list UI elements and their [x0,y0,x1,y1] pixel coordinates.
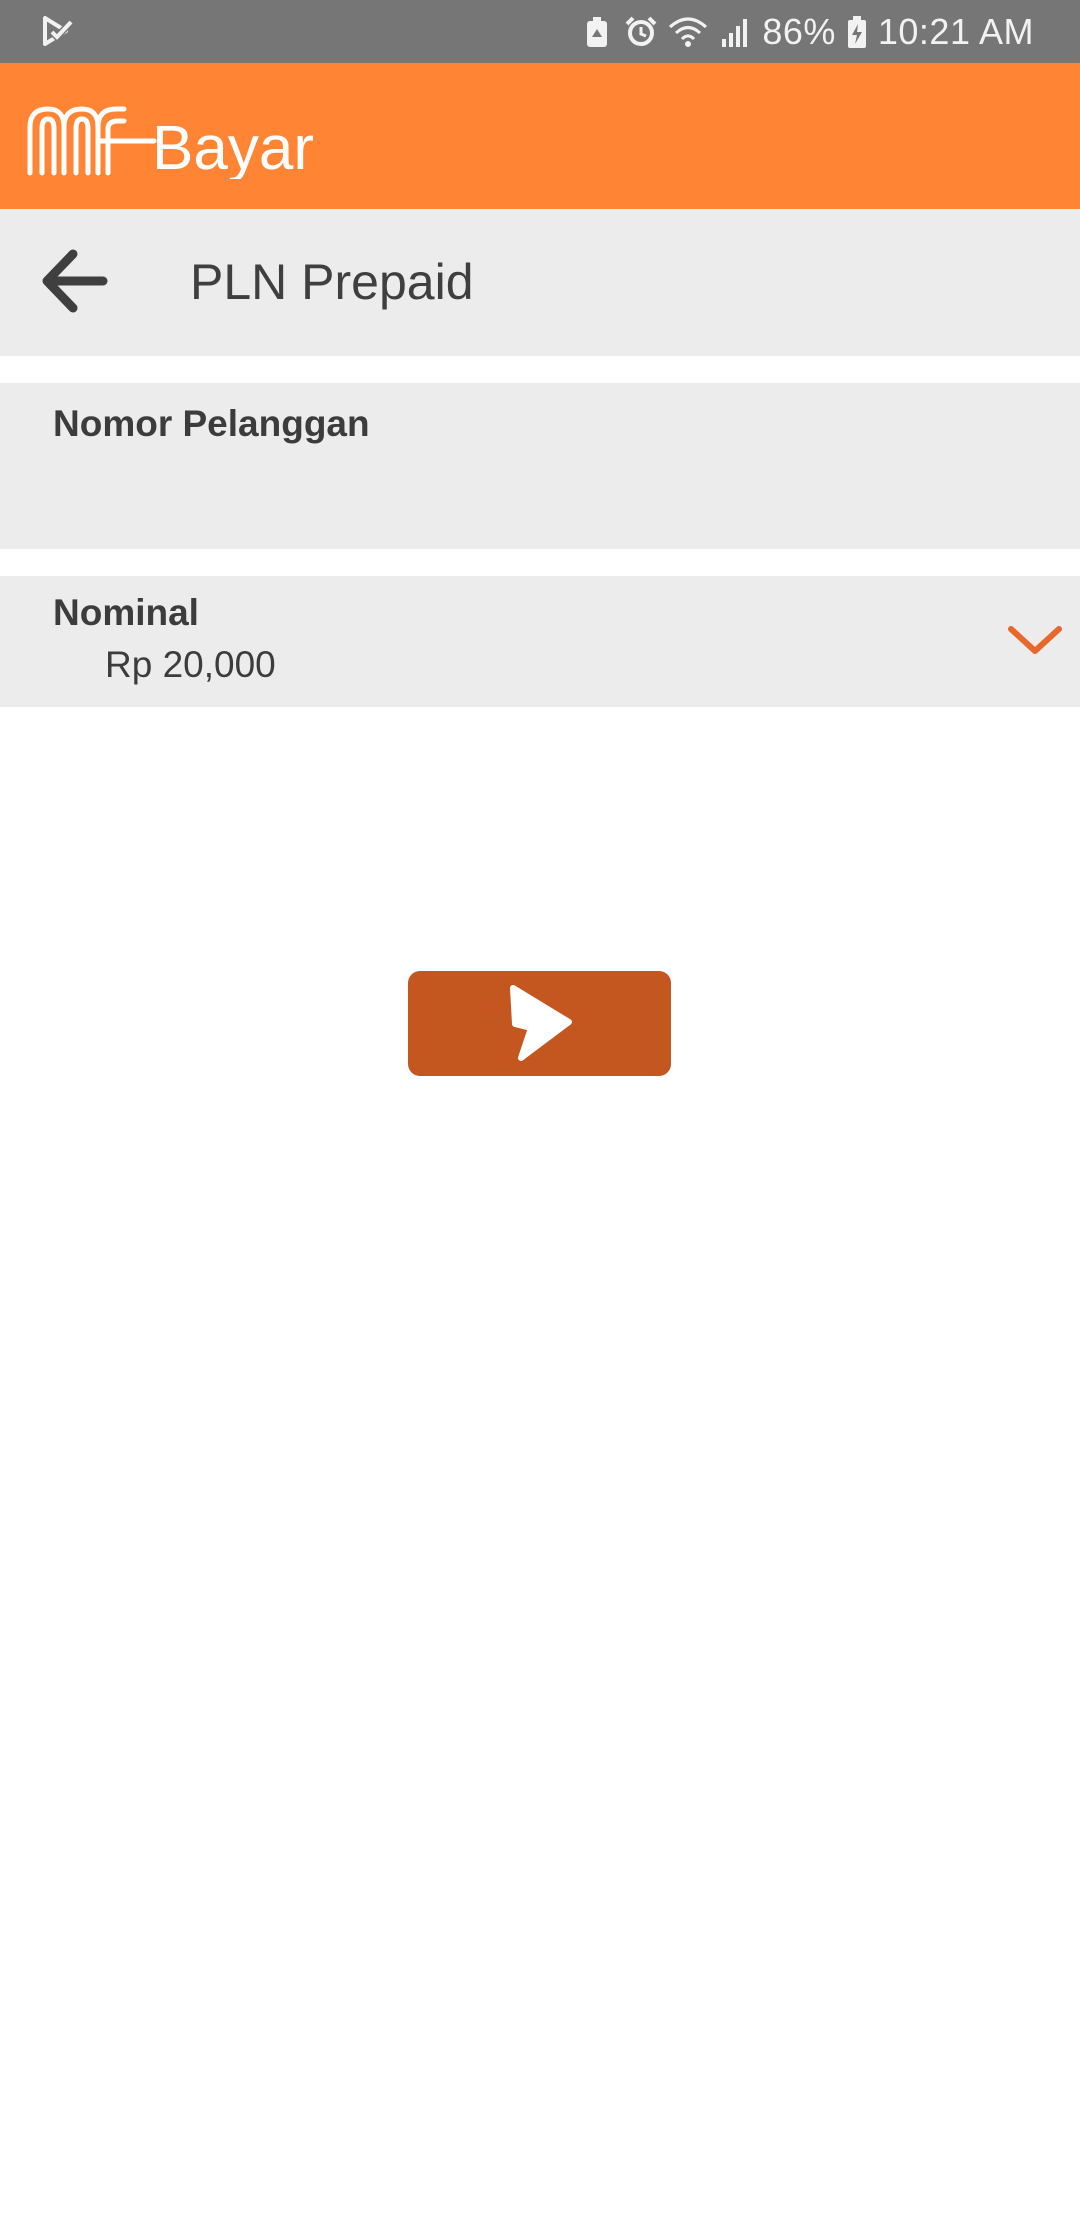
screen: 86% 10:21 AM Bayar PLN Prepaid Nomor Pel… [0,0,1080,2220]
arrow-left-icon [39,248,109,318]
customer-number-label: Nomor Pelanggan [53,403,370,444]
status-bar: 86% 10:21 AM [0,0,1080,63]
page-title: PLN Prepaid [190,254,474,310]
alarm-icon [624,15,658,49]
next-button[interactable] [408,971,671,1076]
nominal-selected-value: Rp 20,000 [105,644,276,685]
app-bar: mBayar Bayar [0,63,1080,209]
play-store-notification-icon [40,14,76,50]
signal-icon [718,15,752,49]
nominal-dropdown-toggle[interactable] [990,576,1080,707]
battery-saver-icon [580,15,614,49]
nominal-select[interactable]: Nominal Rp 20,000 [0,576,1080,707]
mbayar-logo: mBayar Bayar [26,99,396,183]
title-bar: PLN Prepaid [0,209,1080,356]
battery-percent: 86% [762,10,836,52]
status-icons: 86% 10:21 AM [580,0,1034,63]
svg-text:Bayar: Bayar [152,114,314,179]
next-arrow-icon [505,982,575,1066]
battery-charging-icon [846,15,868,49]
chevron-down-icon [1007,623,1063,661]
customer-number-field[interactable]: Nomor Pelanggan [0,383,1080,549]
customer-number-input[interactable] [53,461,1027,533]
status-time: 10:21 AM [877,10,1034,52]
nominal-label: Nominal [53,592,199,633]
wifi-icon [668,15,708,49]
back-button[interactable] [24,235,124,331]
